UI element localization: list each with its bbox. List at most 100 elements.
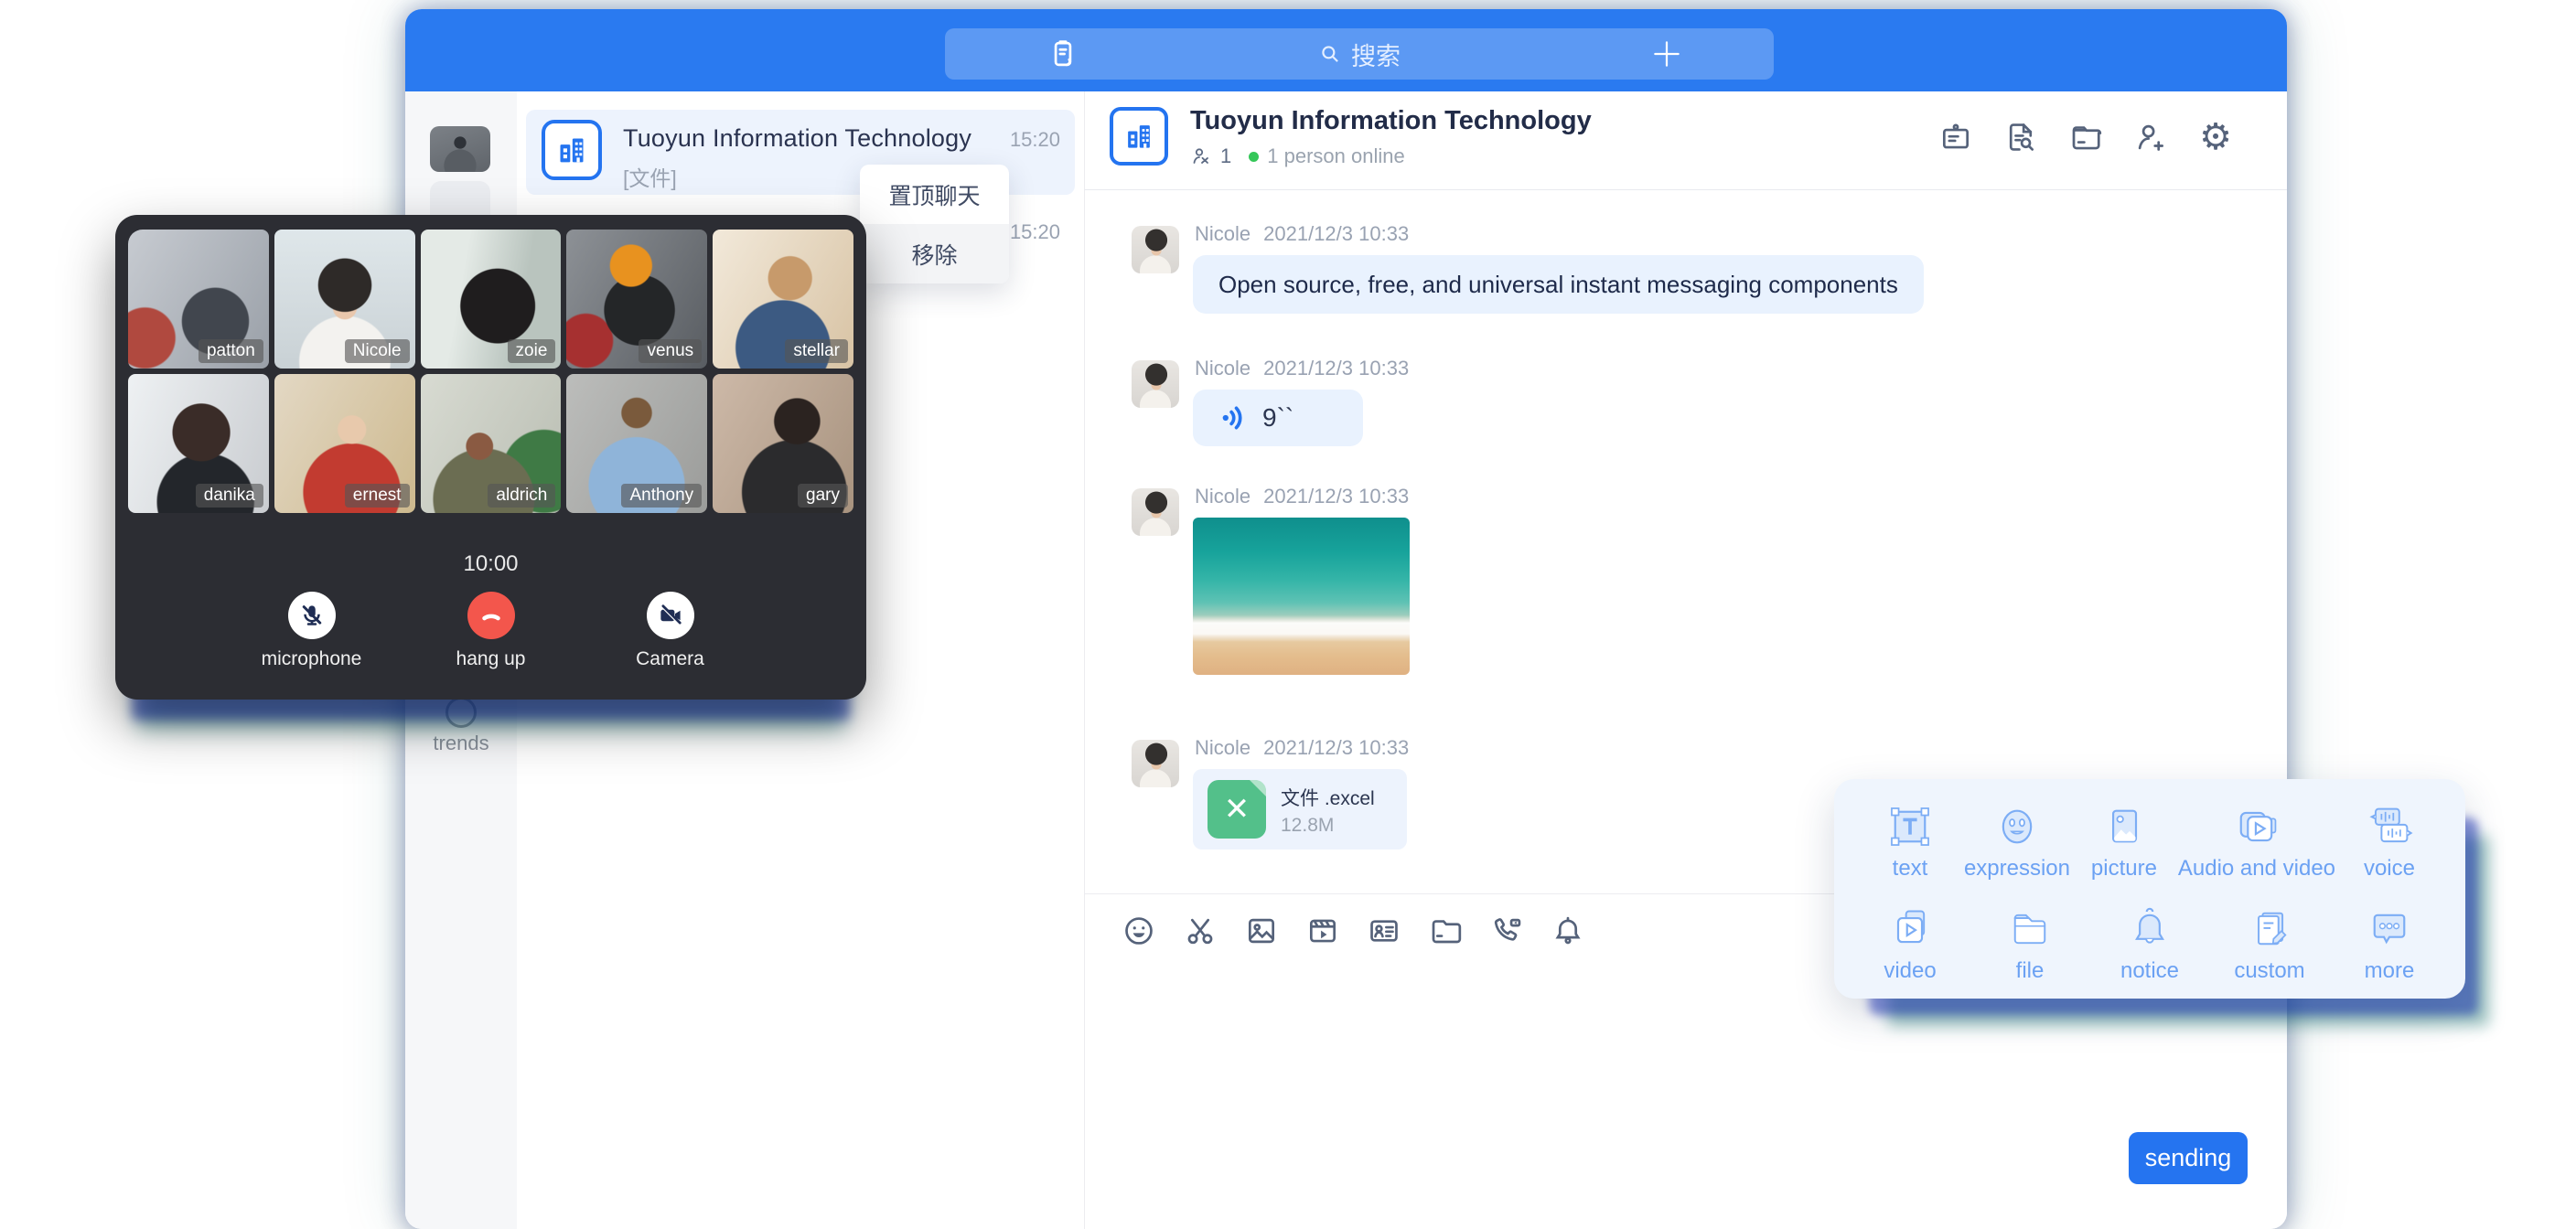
popup-item-more[interactable]: more <box>2350 902 2429 984</box>
popup-item-file[interactable]: file <box>1991 902 2069 984</box>
participant-tile[interactable]: Anthony <box>566 374 707 513</box>
popup-item-label: notice <box>2120 958 2179 983</box>
popup-item-label: text <box>1893 856 1928 881</box>
avatar[interactable] <box>1132 360 1179 408</box>
gear-icon[interactable]: ⚙ <box>2197 119 2234 155</box>
popup-item-label: custom <box>2234 958 2304 983</box>
participant-name: ernest <box>345 484 410 508</box>
group-files-icon[interactable] <box>2067 119 2104 155</box>
message-bubble[interactable]: Open source, free, and universal instant… <box>1193 255 1924 314</box>
expression-icon <box>1964 799 2070 850</box>
emoji-icon[interactable] <box>1122 910 1156 952</box>
menu-item-pin-chat[interactable]: 置顶聊天 <box>860 165 1009 224</box>
contact-card-icon[interactable] <box>1367 910 1401 952</box>
user-avatar[interactable] <box>430 126 490 172</box>
picture-icon[interactable] <box>1244 910 1279 952</box>
popup-item-video[interactable]: video <box>1871 902 1949 984</box>
screenshot-scissors-icon[interactable] <box>1183 910 1218 952</box>
microphone-button[interactable]: microphone <box>252 592 371 670</box>
participant-tile[interactable]: aldrich <box>421 374 562 513</box>
audio-video-icon <box>2178 799 2335 850</box>
hang-up-icon <box>467 592 515 639</box>
conversation-time: 15:20 <box>1010 128 1060 152</box>
participant-tile[interactable]: Nicole <box>274 230 415 369</box>
conversation-title: Tuoyun Information Technology <box>623 124 971 153</box>
more-bubble-icon <box>2350 902 2429 953</box>
popup-item-label: Audio and video <box>2178 856 2335 881</box>
add-member-icon[interactable] <box>2132 119 2169 155</box>
sender-name: Nicole <box>1195 222 1250 245</box>
beach-photo[interactable] <box>1193 518 1410 675</box>
sidebar-item-trends[interactable]: trends <box>405 697 517 755</box>
hang-up-button[interactable]: hang up <box>432 592 551 670</box>
participant-tile[interactable]: zoie <box>421 230 562 369</box>
voice-bubbles-icon <box>2350 799 2429 850</box>
file-card[interactable]: 文件 .excel 12.8M <box>1193 769 1407 850</box>
add-icon[interactable] <box>1649 37 1684 71</box>
participant-tile[interactable]: patton <box>128 230 269 369</box>
popup-item-notice[interactable]: notice <box>2110 902 2189 984</box>
popup-item-text[interactable]: text <box>1871 799 1949 882</box>
file-name: 文件 .excel <box>1281 784 1375 811</box>
participant-grid: patton Nicole zoie venus stellar danika … <box>128 230 853 513</box>
menu-item-remove[interactable]: 移除 <box>860 224 1009 283</box>
chat-header: Tuoyun Information Technology 1 1 person… <box>1085 91 2287 190</box>
participant-tile[interactable]: ernest <box>274 374 415 513</box>
online-dot <box>1249 152 1259 162</box>
camera-button[interactable]: Camera <box>611 592 730 670</box>
video-clip-icon[interactable] <box>1305 910 1340 952</box>
chat-header-actions: ⚙ <box>1937 119 2234 155</box>
microphone-muted-icon <box>288 592 336 639</box>
trends-icon <box>445 697 477 728</box>
participant-tile[interactable]: stellar <box>713 230 853 369</box>
sender-name: Nicole <box>1195 736 1250 759</box>
call-controls: microphone hang up Camera <box>115 592 866 670</box>
voice-bubble[interactable]: 9`` <box>1193 390 1363 446</box>
participant-name: gary <box>798 484 848 508</box>
notification-bell-icon[interactable] <box>1551 910 1585 952</box>
message-time: 2021/12/3 10:33 <box>1263 736 1409 759</box>
custom-edit-icon <box>2230 902 2309 953</box>
search-bar[interactable]: 搜索 <box>945 28 1774 80</box>
send-button[interactable]: sending <box>2129 1132 2248 1184</box>
desktop: 搜索 trends <box>0 0 2576 1229</box>
picture-blue-icon <box>2085 799 2163 850</box>
participant-name: Anthony <box>621 484 702 508</box>
microphone-label: microphone <box>262 648 362 669</box>
call-icon[interactable] <box>1489 910 1524 952</box>
titlebar: 搜索 <box>405 9 2287 91</box>
search-icon <box>1318 42 1342 66</box>
participant-tile[interactable]: gary <box>713 374 853 513</box>
message-type-popup: text expression picture Audio and video … <box>1834 779 2465 999</box>
avatar[interactable] <box>1132 226 1179 273</box>
participant-name: Nicole <box>345 339 410 363</box>
conversation-last-message: [文件] <box>623 161 677 192</box>
file-folder-icon[interactable] <box>1428 910 1463 952</box>
group-avatar-icon <box>542 120 602 180</box>
file-size: 12.8M <box>1281 815 1334 837</box>
message-toolbar <box>1122 910 1585 952</box>
announcement-icon[interactable] <box>1937 119 1974 155</box>
video-call-window: patton Nicole zoie venus stellar danika … <box>115 215 866 700</box>
group-avatar-icon <box>1110 107 1168 166</box>
popup-item-label: picture <box>2091 856 2157 881</box>
popup-item-picture[interactable]: picture <box>2085 799 2163 882</box>
notice-bell-icon <box>2110 902 2189 953</box>
chat-history-search-icon[interactable] <box>2002 119 2039 155</box>
avatar[interactable] <box>1132 488 1179 536</box>
text-icon <box>1871 799 1949 850</box>
popup-item-label: voice <box>2364 856 2415 881</box>
excel-file-icon <box>1208 780 1266 839</box>
voice-duration: 9`` <box>1262 403 1293 433</box>
popup-item-custom[interactable]: custom <box>2230 902 2309 984</box>
hang-up-label: hang up <box>456 648 526 669</box>
popup-item-label: expression <box>1964 856 2070 881</box>
popup-item-audio-video[interactable]: Audio and video <box>2178 799 2335 882</box>
popup-item-expression[interactable]: expression <box>1964 799 2070 882</box>
participant-tile[interactable]: venus <box>566 230 707 369</box>
popup-item-label: file <box>2016 958 2045 983</box>
participant-tile[interactable]: danika <box>128 374 269 513</box>
popup-item-voice[interactable]: voice <box>2350 799 2429 882</box>
avatar[interactable] <box>1132 740 1179 787</box>
message-time: 2021/12/3 10:33 <box>1263 222 1409 245</box>
